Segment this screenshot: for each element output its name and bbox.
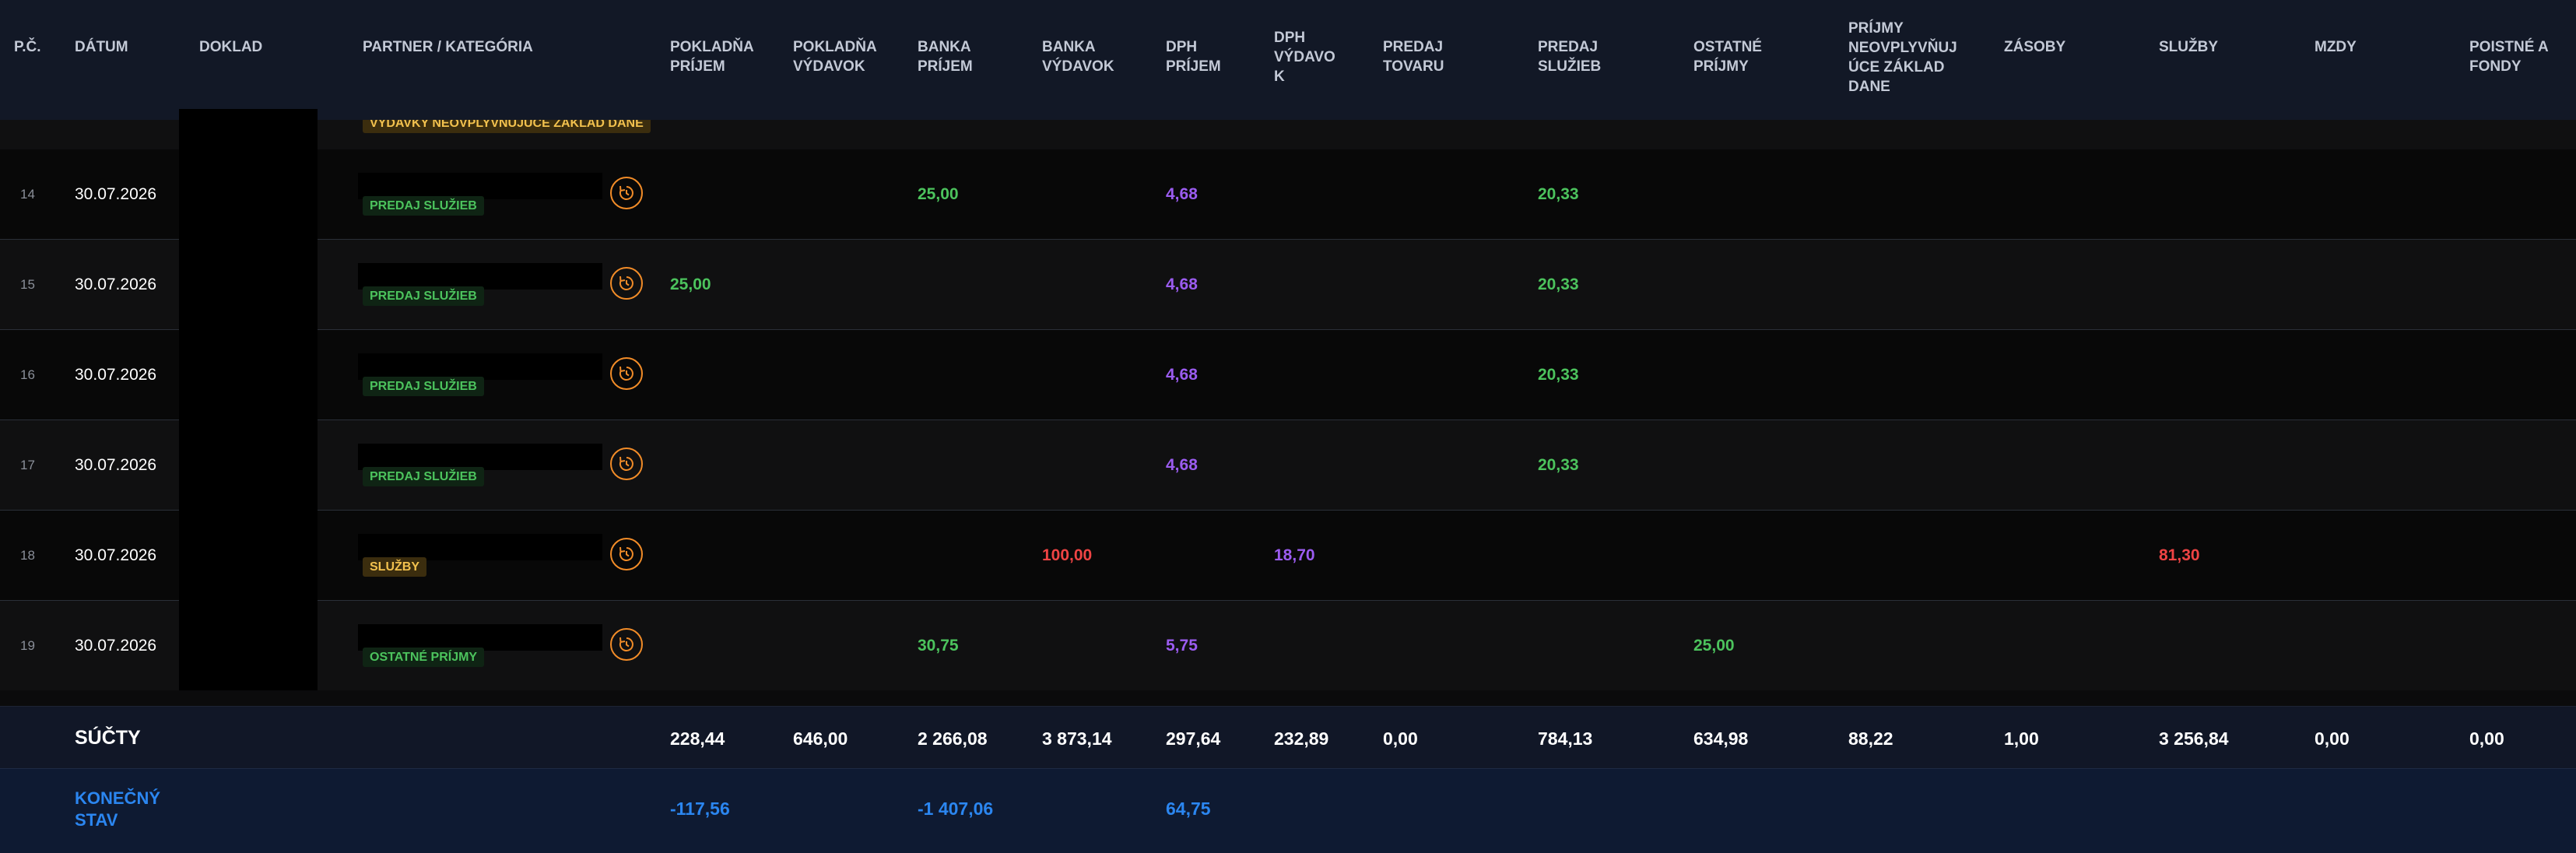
partner-name-redacted — [358, 444, 602, 470]
column-header-document[interactable]: DOKLAD — [199, 37, 262, 57]
vat-income-value: 5,75 — [1166, 637, 1198, 655]
row-number: 19 — [20, 638, 35, 653]
refresh-icon[interactable] — [610, 267, 643, 300]
total-goods-sales: 0,00 — [1383, 728, 1418, 749]
total-vat-income: 297,64 — [1166, 728, 1221, 749]
total-bank-expense: 3 873,14 — [1042, 728, 1112, 749]
column-header-pc[interactable]: P.Č. — [14, 37, 41, 57]
vat-income-value: 4,68 — [1166, 456, 1198, 474]
row-date: 30.07.2026 — [75, 276, 157, 293]
category-badge: VÝDAVKY NEOVPLYVŇUJÚCE ZÁKLAD DANE — [363, 120, 651, 133]
column-header-service-sales[interactable]: PREDAJ SLUŽIEB — [1538, 37, 1601, 76]
final-balance-label: KONEČNÝ STAV — [75, 788, 161, 830]
cash-income-value: 25,00 — [670, 276, 711, 293]
table-row[interactable]: 19 30.07.2026 OSTATNÉ PRÍJMY 30,75 5,75 … — [0, 601, 2576, 691]
partner-name-redacted — [358, 624, 602, 651]
table-row[interactable]: 14 30.07.2026 PREDAJ SLUŽIEB 25,00 4,68 … — [0, 149, 2576, 240]
total-other-income: 634,98 — [1693, 728, 1749, 749]
total-non-tax-income: 88,22 — [1848, 728, 1893, 749]
refresh-icon[interactable] — [610, 628, 643, 661]
total-insurance: 0,00 — [2469, 728, 2504, 749]
column-header-partner[interactable]: PARTNER / KATEGÓRIA — [363, 37, 533, 57]
row-date: 30.07.2026 — [75, 185, 157, 203]
vat-income-value: 4,68 — [1166, 276, 1198, 293]
document-column-redacted — [179, 109, 318, 691]
table-row[interactable]: 15 30.07.2026 PREDAJ SLUŽIEB 25,00 4,68 … — [0, 240, 2576, 330]
column-header-vat-expense[interactable]: DPH VÝDAVO K — [1274, 28, 1335, 86]
service-sales-value: 20,33 — [1538, 185, 1579, 203]
total-service-sales: 784,13 — [1538, 728, 1593, 749]
refresh-icon[interactable] — [610, 357, 643, 390]
table-row[interactable]: 17 30.07.2026 PREDAJ SLUŽIEB 4,68 20,33 — [0, 420, 2576, 511]
row-date: 30.07.2026 — [75, 456, 157, 474]
row-number: 17 — [20, 458, 35, 472]
final-vat-balance: 64,75 — [1166, 799, 1211, 819]
category-badge: PREDAJ SLUŽIEB — [363, 196, 484, 216]
final-bank-balance: -1 407,06 — [918, 799, 994, 819]
column-header-goods-sales[interactable]: PREDAJ TOVARU — [1383, 37, 1444, 76]
total-inventory: 1,00 — [2004, 728, 2039, 749]
totals-label: SÚČTY — [75, 727, 141, 749]
total-wages: 0,00 — [2315, 728, 2350, 749]
column-header-cash-income[interactable]: POKLADŇA PRÍJEM — [670, 37, 754, 76]
column-header-inventory[interactable]: ZÁSOBY — [2004, 37, 2065, 57]
row-date: 30.07.2026 — [75, 546, 157, 564]
final-balance-row: KONEČNÝ STAV -117,56 -1 407,06 64,75 — [0, 768, 2576, 853]
category-badge: SLUŽBY — [363, 557, 426, 577]
column-header-other-income[interactable]: OSTATNÉ PRÍJMY — [1693, 37, 1762, 76]
row-date: 30.07.2026 — [75, 637, 157, 655]
column-header-bank-income[interactable]: BANKA PRÍJEM — [918, 37, 973, 76]
table-spacer — [0, 690, 2576, 706]
column-header-non-tax-income[interactable]: PRÍJMY NEOVPLYVŇUJ ÚCE ZÁKLAD DANE — [1848, 19, 1957, 97]
vat-expense-value: 18,70 — [1274, 546, 1315, 564]
final-cash-balance: -117,56 — [670, 799, 730, 819]
total-services: 3 256,84 — [2159, 728, 2229, 749]
category-badge: PREDAJ SLUŽIEB — [363, 286, 484, 306]
partner-name-redacted — [358, 353, 602, 380]
row-number: 15 — [20, 277, 35, 292]
column-header-services[interactable]: SLUŽBY — [2159, 37, 2218, 57]
table-row[interactable]: 18 30.07.2026 SLUŽBY 100,00 18,70 81,30 — [0, 511, 2576, 601]
partner-name-redacted — [358, 173, 602, 199]
other-income-value: 25,00 — [1693, 637, 1735, 655]
category-badge: PREDAJ SLUŽIEB — [363, 377, 484, 396]
vat-income-value: 4,68 — [1166, 366, 1198, 384]
total-bank-income: 2 266,08 — [918, 728, 988, 749]
column-header-bank-expense[interactable]: BANKA VÝDAVOK — [1042, 37, 1114, 76]
vat-income-value: 4,68 — [1166, 185, 1198, 203]
total-vat-expense: 232,89 — [1274, 728, 1329, 749]
bank-expense-value: 100,00 — [1042, 546, 1093, 564]
refresh-icon[interactable] — [610, 177, 643, 209]
bank-income-value: 25,00 — [918, 185, 959, 203]
service-sales-value: 20,33 — [1538, 276, 1579, 293]
totals-row: SÚČTY 228,44 646,00 2 266,08 3 873,14 29… — [0, 706, 2576, 769]
column-header-vat-income[interactable]: DPH PRÍJEM — [1166, 37, 1221, 76]
column-header-cash-expense[interactable]: POKLADŇA VÝDAVOK — [793, 37, 877, 76]
partner-name-redacted — [358, 263, 602, 290]
bank-income-value: 30,75 — [918, 637, 959, 655]
table-row[interactable]: VÝDAVKY NEOVPLYVŇUJÚCE ZÁKLAD DANE — [0, 120, 2576, 150]
row-date: 30.07.2026 — [75, 366, 157, 384]
partner-name-redacted — [358, 534, 602, 560]
service-sales-value: 20,33 — [1538, 366, 1579, 384]
total-cash-expense: 646,00 — [793, 728, 848, 749]
service-sales-value: 20,33 — [1538, 456, 1579, 474]
row-number: 18 — [20, 548, 35, 563]
row-number: 14 — [20, 187, 35, 202]
column-header-wages[interactable]: MZDY — [2315, 37, 2357, 57]
table-row[interactable]: 16 30.07.2026 PREDAJ SLUŽIEB 4,68 20,33 — [0, 330, 2576, 420]
total-cash-income: 228,44 — [670, 728, 725, 749]
refresh-icon[interactable] — [610, 538, 643, 570]
column-header-insurance[interactable]: POISTNÉ A FONDY — [2469, 37, 2549, 76]
category-badge: PREDAJ SLUŽIEB — [363, 467, 484, 486]
category-badge: OSTATNÉ PRÍJMY — [363, 648, 485, 667]
column-header-date[interactable]: DÁTUM — [75, 37, 128, 57]
refresh-icon[interactable] — [610, 448, 643, 480]
table-header: P.Č. DÁTUM DOKLAD PARTNER / KATEGÓRIA PO… — [0, 0, 2576, 121]
row-number: 16 — [20, 367, 35, 382]
services-value: 81,30 — [2159, 546, 2200, 564]
